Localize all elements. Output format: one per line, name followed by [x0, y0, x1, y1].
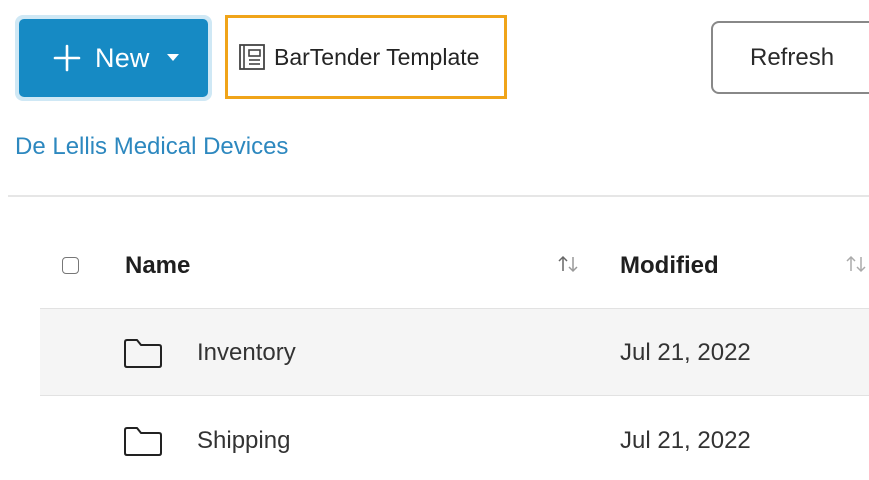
table-row[interactable]: Inventory Jul 21, 2022: [40, 308, 869, 396]
breadcrumb[interactable]: De Lellis Medical Devices: [15, 133, 288, 161]
plus-icon: [53, 44, 81, 72]
row-name[interactable]: Inventory: [197, 339, 296, 367]
select-all-checkbox[interactable]: [62, 257, 79, 274]
refresh-button-label: Refresh: [750, 43, 835, 71]
divider: [8, 195, 869, 197]
column-header-name[interactable]: Name: [125, 252, 190, 280]
sort-icon[interactable]: [844, 254, 868, 274]
folder-icon: [124, 427, 162, 456]
bartender-template-label: BarTender Template: [274, 43, 480, 70]
folder-icon: [124, 339, 162, 368]
refresh-button[interactable]: Refresh: [711, 21, 869, 94]
column-header-modified[interactable]: Modified: [620, 252, 719, 280]
row-name[interactable]: Shipping: [197, 427, 290, 455]
sort-icon[interactable]: [556, 254, 580, 274]
file-browser-page: New BarTender Template Refresh De Lellis…: [0, 0, 869, 480]
table-row[interactable]: Shipping Jul 21, 2022: [40, 397, 869, 480]
row-modified: Jul 21, 2022: [620, 427, 751, 454]
template-icon: [239, 44, 265, 70]
bartender-template-button[interactable]: BarTender Template: [225, 15, 507, 99]
new-button-label: New: [95, 42, 150, 73]
new-button[interactable]: New: [15, 15, 212, 101]
table-header: Name Modified: [40, 230, 869, 306]
row-modified: Jul 21, 2022: [620, 339, 751, 366]
new-button-body[interactable]: New: [19, 19, 208, 97]
caret-down-icon: [166, 54, 179, 61]
